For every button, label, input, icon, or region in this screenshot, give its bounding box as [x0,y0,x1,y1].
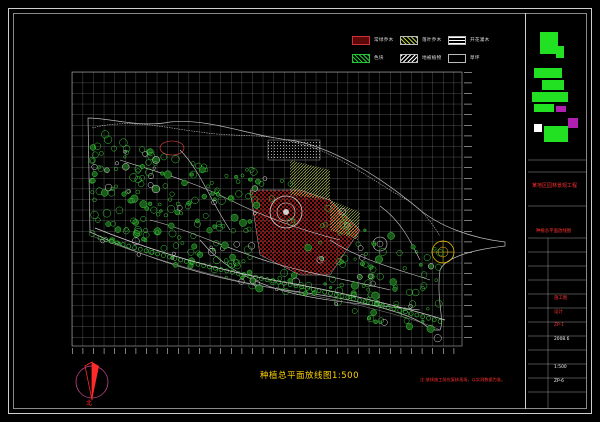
tree-symbol [221,241,229,250]
tree-symbol [122,163,130,171]
title-block: 某地区园林景观工程 种植总平面放线图 施工图 设计 ZP-1 2008.6 1:… [525,13,587,409]
tree-symbol [159,209,163,213]
tree-symbol [89,144,97,151]
tree-symbol [121,191,127,197]
tree-symbol [249,277,257,285]
tree-symbol [151,184,161,194]
tree-symbol [206,227,213,234]
tree-symbol [371,291,380,300]
tree-symbol [419,263,423,267]
tree-symbol [212,224,217,229]
tree-symbol [253,201,261,209]
tree-symbol [356,274,363,280]
drawing-name: 种植总平面放线图 [536,229,572,234]
tree-symbol [239,218,247,227]
tree-symbol [392,286,398,292]
north-plaza [267,139,321,161]
tree-symbol [421,319,425,324]
tree-symbol [387,232,395,240]
north-arrow [75,361,109,401]
tree-symbol [104,167,110,173]
tree-symbol [160,171,165,176]
tree-symbol [201,193,207,200]
tree-symbol [191,243,198,250]
tree-symbol [139,200,148,209]
tree-symbol [368,264,374,270]
tree-symbol [153,227,162,236]
tree-symbol [210,191,215,196]
drawing-date: 2008.6 [554,337,570,342]
drawing-scale: 1:500 [554,365,567,370]
tree-symbol [163,170,172,179]
drawing-no: ZP-1 [554,323,564,328]
tree-symbol [147,201,153,206]
tree-symbol [189,172,194,177]
tree-symbol [114,226,122,233]
tree-symbol [405,322,413,331]
north-label: 北 [86,400,93,407]
tree-symbol [168,222,175,229]
sheet-no: ZP-6 [554,379,564,384]
tree-symbol [372,242,377,247]
tree-symbol [247,219,253,224]
tree-symbol [427,263,435,270]
tree-symbol [248,177,253,182]
design-label: 设计 [554,310,563,315]
tree-symbol [410,244,416,250]
tree-symbol [132,230,141,238]
tree-symbol [105,221,112,227]
tree-symbol [373,319,378,325]
tree-symbol [234,174,239,179]
construction-note: 注:放线施工前应复核现场，以实测数据为准。 [420,377,506,382]
tree-symbol [215,192,221,197]
grid-bottom-ticks [72,348,462,354]
tree-symbol [181,179,188,187]
tree-symbol [290,272,298,279]
stage-label: 施工图 [554,296,568,301]
tree-symbol [251,185,259,192]
tree-symbol [323,282,327,286]
tree-symbol [367,316,372,321]
tree-symbol [370,309,377,316]
tree-symbol [329,286,333,290]
tree-symbol [350,281,359,290]
tree-symbol [375,255,383,264]
tree-symbol [304,243,312,252]
plant-legend: 常绿乔木 落叶乔木 开花灌木 色块 地被植物 草坪 [348,33,528,73]
tree-symbol [255,178,261,185]
tree-symbol [229,253,236,261]
tree-symbol [91,171,98,177]
project-name: 某地区园林景观工程 [532,183,578,189]
tree-symbol [228,195,235,202]
tree-symbol [141,237,146,242]
drawing-title: 种植总平面放线图1:500 [260,371,359,381]
tree-symbol [230,213,239,222]
tree-symbol [198,166,206,174]
tree-symbol [389,278,397,286]
tree-symbol [363,228,367,232]
